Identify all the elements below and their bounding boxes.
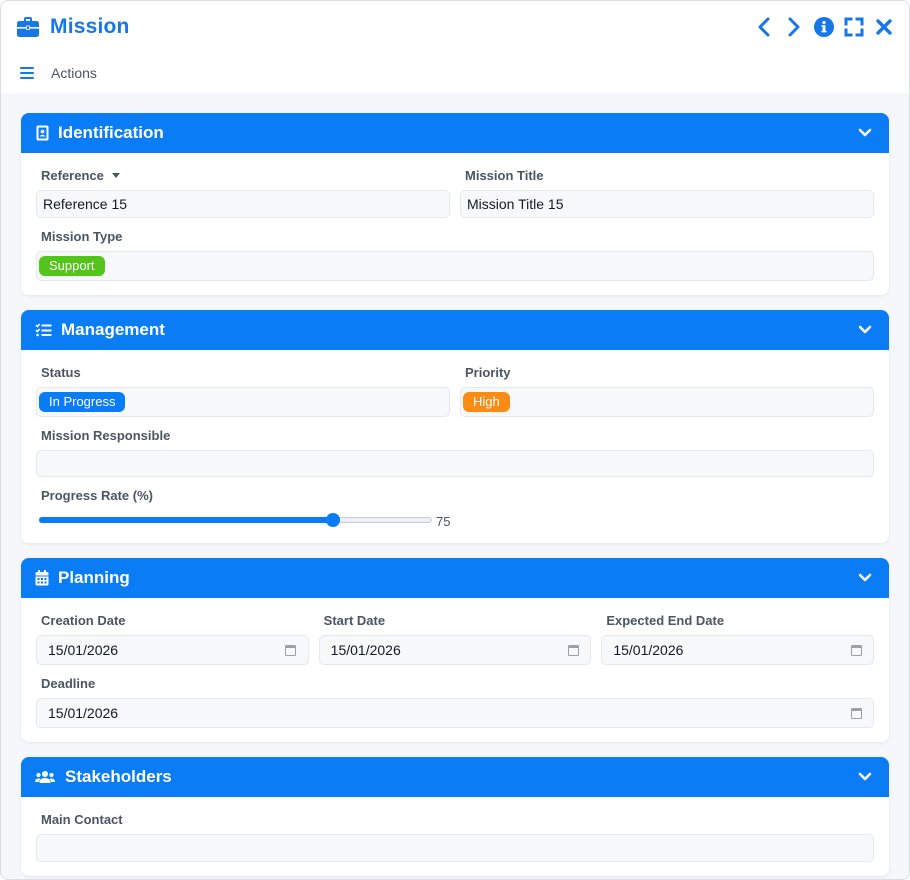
deadline-field: Deadline 15/01/2026 [36,675,874,728]
status-tag: In Progress [39,392,126,412]
start-date-field: Start Date 15/01/2026 [318,612,592,665]
maximize-button[interactable] [843,16,865,38]
creation-date-value: 15/01/2026 [48,642,119,658]
responsible-label: Mission Responsible [41,428,171,443]
deadline-input[interactable]: 15/01/2026 [36,698,874,728]
progress-slider[interactable] [39,512,432,527]
calendar-icon [35,570,49,586]
reference-field: Reference Reference 15 [36,167,450,218]
priority-tag: High [463,392,510,412]
creation-date-label: Creation Date [41,613,126,628]
sort-caret-icon[interactable] [111,173,120,178]
responsible-field: Mission Responsible [36,427,874,477]
close-button[interactable] [873,16,895,38]
management-header[interactable]: Management [21,310,889,350]
priority-field: Priority High [460,364,874,417]
start-date-label: Start Date [323,613,386,628]
reference-label-text: Reference [41,168,104,183]
main-contact-input[interactable] [36,834,874,862]
mission-type-field: Mission Type Support [36,228,874,281]
chevron-down-icon[interactable] [857,125,873,141]
form-content: Identification Reference Reference 15 Mi… [1,93,909,876]
mission-title-label: Mission Title [465,168,544,183]
task-list-icon [35,322,52,338]
next-button[interactable] [783,16,805,38]
status-field: Status In Progress [36,364,450,417]
responsible-input[interactable] [36,450,874,477]
mission-title-input[interactable]: Mission Title 15 [460,190,874,218]
menu-bar: Actions [1,53,909,93]
info-button[interactable] [813,16,835,38]
priority-label: Priority [465,365,511,380]
stakeholders-body: Main Contact [21,797,889,876]
actions-menu[interactable]: Actions [51,65,97,81]
chevron-down-icon[interactable] [857,769,873,785]
stakeholders-header[interactable]: Stakeholders [21,757,889,797]
expected-end-date-input[interactable]: 15/01/2026 [601,635,875,665]
chevron-right-icon [788,17,800,37]
mission-type-label: Mission Type [41,229,123,244]
chevron-down-icon[interactable] [857,322,873,338]
expand-icon [844,17,864,37]
calendar-icon[interactable] [567,644,579,656]
expected-end-date-value: 15/01/2026 [613,642,684,658]
id-badge-icon [35,125,49,141]
mission-type-tag: Support [39,256,105,276]
progress-fill [39,516,333,523]
priority-select[interactable]: High [460,387,874,417]
main-contact-field: Main Contact [36,811,874,862]
status-select[interactable]: In Progress [36,387,450,417]
section-title: Planning [58,568,130,587]
section-title: Identification [58,123,164,142]
progress-slider-row: 75 [36,510,874,529]
status-label: Status [41,365,81,380]
section-title: Management [61,320,165,339]
chevron-left-icon [758,17,770,37]
creation-date-field: Creation Date 15/01/2026 [36,612,309,665]
deadline-label: Deadline [41,676,96,691]
calendar-icon[interactable] [285,644,297,656]
section-title: Stakeholders [65,767,172,786]
calendar-icon[interactable] [850,707,862,719]
window-title: Mission [50,15,130,38]
menu-icon[interactable] [20,67,34,79]
calendar-icon[interactable] [850,644,862,656]
mission-window: Mission Actions Identification Reference… [0,0,910,880]
deadline-value: 15/01/2026 [48,705,119,721]
info-icon [814,17,834,37]
window-controls [753,16,895,38]
identification-body: Reference Reference 15 Mission Title Mis… [21,153,889,295]
creation-date-input[interactable]: 15/01/2026 [36,635,309,665]
close-icon [876,19,892,35]
identification-section: Identification Reference Reference 15 Mi… [21,113,889,295]
main-contact-label: Main Contact [41,812,123,827]
chevron-down-icon[interactable] [857,570,873,586]
title-bar: Mission [1,1,909,53]
users-icon [35,769,55,785]
reference-label: Reference [36,167,450,184]
start-date-input[interactable]: 15/01/2026 [318,635,592,665]
previous-button[interactable] [753,16,775,38]
management-section: Management Status In Progress Priority H… [21,310,889,543]
planning-body: Creation Date 15/01/2026 Start Date 15/0… [21,598,889,742]
progress-thumb[interactable] [326,512,341,527]
stakeholders-section: Stakeholders Main Contact [21,757,889,876]
progress-value: 75 [436,514,451,529]
expected-end-date-field: Expected End Date 15/01/2026 [601,612,875,665]
progress-field: Progress Rate (%) 75 [36,487,874,529]
expected-end-date-label: Expected End Date [606,613,725,628]
reference-input[interactable]: Reference 15 [36,190,450,218]
briefcase-icon [15,14,41,40]
planning-section: Planning Creation Date 15/01/2026 Start … [21,558,889,742]
progress-label: Progress Rate (%) [41,488,153,503]
mission-type-select[interactable]: Support [36,251,874,281]
mission-title-field: Mission Title Mission Title 15 [460,167,874,218]
planning-header[interactable]: Planning [21,558,889,598]
start-date-value: 15/01/2026 [330,642,401,658]
identification-header[interactable]: Identification [21,113,889,153]
management-body: Status In Progress Priority High Mission… [21,350,889,543]
